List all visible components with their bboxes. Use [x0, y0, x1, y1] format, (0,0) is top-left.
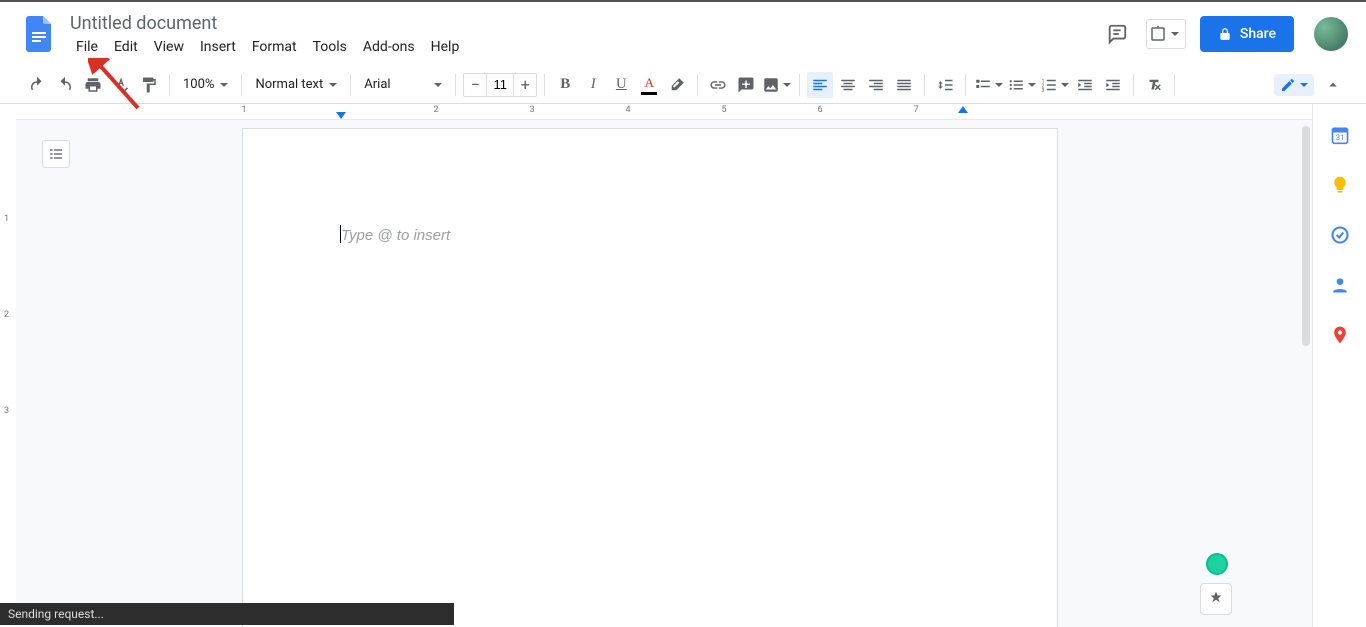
docs-app-icon[interactable]: [20, 14, 60, 54]
menu-addons[interactable]: Add-ons: [355, 35, 423, 59]
status-message: Sending request...: [8, 607, 104, 621]
hruler-tick: 6: [817, 105, 822, 115]
present-dropdown[interactable]: [1146, 19, 1186, 49]
bulleted-list-button[interactable]: [1006, 72, 1037, 98]
left-indent-marker[interactable]: [336, 112, 346, 119]
vruler-tick: 1: [4, 214, 9, 224]
paragraph-style-value: Normal text: [255, 77, 323, 92]
keep-sidebar-icon[interactable]: [1329, 174, 1351, 196]
bold-button[interactable]: B: [552, 72, 578, 98]
paragraph-style-select[interactable]: Normal text: [249, 77, 343, 92]
hruler-tick: 3: [529, 105, 534, 115]
menubar: File Edit View Insert Format Tools Add-o…: [68, 35, 1102, 59]
menu-insert[interactable]: Insert: [192, 35, 244, 59]
increase-indent-button[interactable]: [1100, 72, 1126, 98]
share-label: Share: [1240, 26, 1276, 42]
chevron-down-icon: [1061, 83, 1069, 87]
explore-button[interactable]: [1200, 583, 1232, 615]
numbered-list-button[interactable]: 123: [1039, 72, 1070, 98]
chevron-down-icon: [783, 83, 791, 87]
chevron-down-icon: [434, 83, 442, 87]
svg-text:31: 31: [1335, 133, 1343, 142]
chevron-down-icon: [1300, 83, 1308, 87]
chevron-down-icon: [1171, 32, 1179, 36]
font-size-input[interactable]: [486, 74, 514, 96]
hruler-tick: 7: [913, 105, 918, 115]
align-center-button[interactable]: [835, 72, 861, 98]
maps-sidebar-icon[interactable]: [1329, 324, 1351, 346]
hruler-tick: 1: [241, 105, 246, 115]
underline-button[interactable]: U: [608, 72, 634, 98]
add-comment-button[interactable]: [733, 72, 759, 98]
menu-edit[interactable]: Edit: [106, 35, 146, 59]
line-spacing-button[interactable]: [932, 72, 958, 98]
vruler-tick: 2: [4, 310, 9, 320]
hruler-tick: 4: [625, 105, 630, 115]
contacts-sidebar-icon[interactable]: [1329, 274, 1351, 296]
clear-formatting-button[interactable]: [1141, 72, 1167, 98]
hruler-tick: 5: [721, 105, 726, 115]
right-indent-marker[interactable]: [958, 106, 968, 113]
italic-button[interactable]: I: [580, 72, 606, 98]
increase-fontsize-button[interactable]: +: [514, 75, 536, 94]
highlight-button[interactable]: [664, 72, 690, 98]
collapse-toolbar-button[interactable]: [1320, 72, 1346, 98]
undo-button[interactable]: [24, 72, 50, 98]
align-right-button[interactable]: [863, 72, 889, 98]
decrease-indent-button[interactable]: [1072, 72, 1098, 98]
font-select[interactable]: Arial: [358, 77, 448, 92]
titlebar: Untitled document File Edit View Insert …: [0, 0, 1366, 66]
chevron-down-icon: [220, 83, 228, 87]
text-color-button[interactable]: A: [636, 72, 662, 98]
hruler-tick: 2: [433, 105, 438, 115]
insert-placeholder: Type @ to insert: [341, 227, 450, 244]
document-page[interactable]: Type @ to insert: [242, 128, 1058, 627]
redo-button[interactable]: [52, 72, 78, 98]
lock-icon: [1218, 27, 1232, 41]
zoom-value: 100%: [183, 77, 214, 92]
mode-editing-button[interactable]: [1274, 74, 1314, 96]
align-left-button[interactable]: [807, 72, 833, 98]
svg-text:3: 3: [1042, 87, 1045, 93]
menu-help[interactable]: Help: [423, 35, 468, 59]
activity-fab-icon[interactable]: [1206, 553, 1228, 575]
vruler-tick: 3: [4, 406, 9, 416]
insert-image-button[interactable]: [761, 72, 792, 98]
insert-link-button[interactable]: [705, 72, 731, 98]
chevron-down-icon: [329, 83, 337, 87]
checklist-button[interactable]: [973, 72, 1004, 98]
outline-toggle-button[interactable]: [42, 140, 70, 168]
vertical-scrollbar[interactable]: [1302, 126, 1310, 346]
font-value: Arial: [364, 77, 390, 92]
document-title[interactable]: Untitled document: [68, 9, 1102, 35]
print-button[interactable]: [80, 72, 106, 98]
menu-tools[interactable]: Tools: [305, 35, 355, 59]
open-comments-button[interactable]: [1102, 19, 1132, 49]
menu-view[interactable]: View: [146, 35, 192, 59]
pencil-icon: [1280, 77, 1296, 93]
paint-format-button[interactable]: [136, 72, 162, 98]
horizontal-ruler[interactable]: 1 2 3 4 5 6 7: [16, 104, 1312, 120]
font-size-group: − +: [463, 73, 537, 97]
zoom-select[interactable]: 100%: [177, 77, 234, 92]
account-avatar[interactable]: [1314, 17, 1348, 51]
side-panel: 31: [1312, 104, 1366, 627]
tasks-sidebar-icon[interactable]: [1329, 224, 1351, 246]
share-button[interactable]: Share: [1200, 16, 1294, 52]
calendar-sidebar-icon[interactable]: 31: [1329, 124, 1351, 146]
align-justify-button[interactable]: [891, 72, 917, 98]
decrease-fontsize-button[interactable]: −: [464, 75, 486, 94]
status-bar: Sending request...: [0, 603, 454, 625]
document-area: 1 2 3 4 5 6 7 Type @ to insert: [16, 104, 1312, 627]
toolbar: 100% Normal text Arial − + B I U A 123: [0, 66, 1366, 104]
chevron-down-icon: [1028, 83, 1036, 87]
menu-format[interactable]: Format: [244, 35, 305, 59]
workspace: 1 2 3 1 2 3 4 5 6 7 Type @ to insert: [0, 104, 1366, 627]
vertical-ruler[interactable]: 1 2 3: [0, 104, 16, 627]
chevron-down-icon: [995, 83, 1003, 87]
spellcheck-button[interactable]: [108, 72, 134, 98]
menu-file[interactable]: File: [68, 35, 106, 59]
